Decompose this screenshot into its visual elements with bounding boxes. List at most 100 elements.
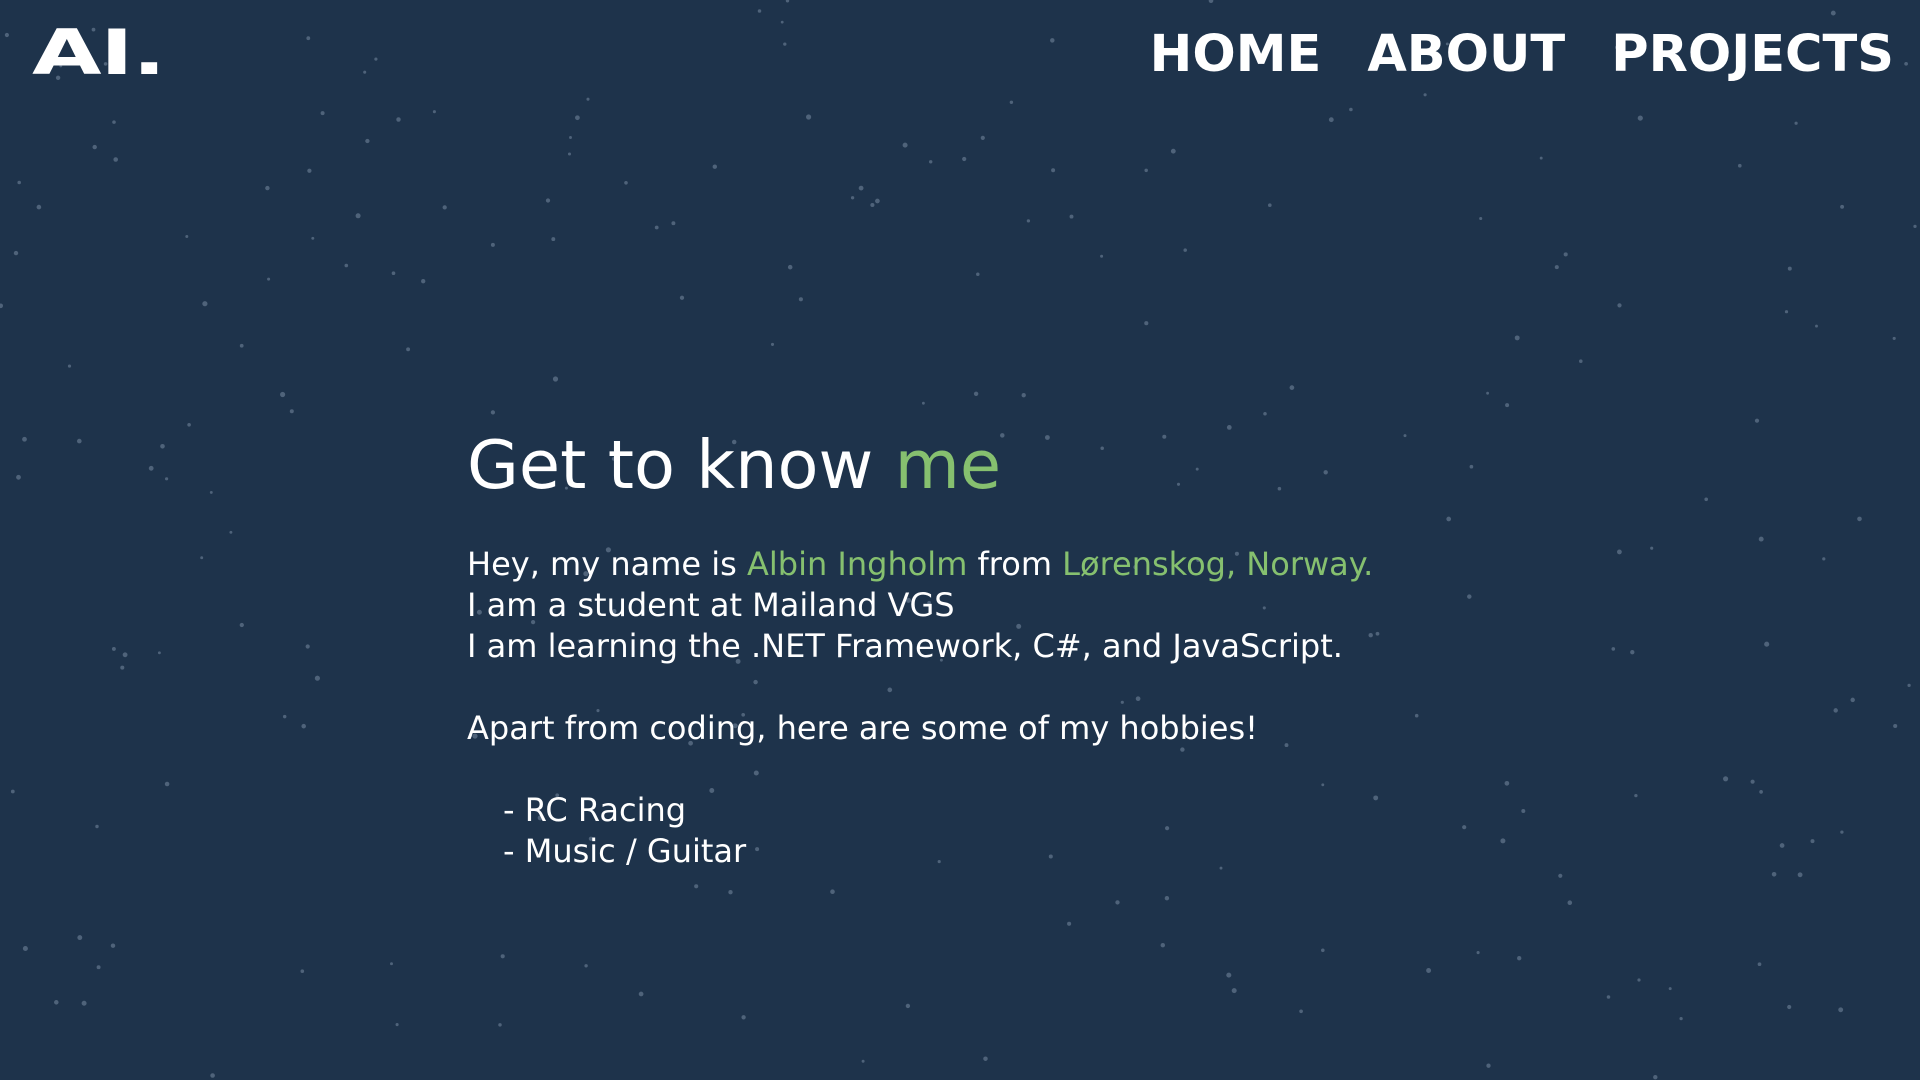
star-dot xyxy=(1486,391,1489,395)
star-dot xyxy=(1479,216,1483,221)
star-dot xyxy=(301,723,306,729)
star-dot xyxy=(22,945,28,952)
star-dot xyxy=(282,714,287,719)
star-dot xyxy=(113,157,118,162)
star-dot xyxy=(390,962,393,966)
nav-link-about[interactable]: ABOUT xyxy=(1367,26,1565,84)
star-dot xyxy=(1231,988,1237,994)
star-dot xyxy=(1679,1016,1683,1021)
star-dot xyxy=(185,235,189,238)
star-dot xyxy=(1634,793,1638,798)
star-dot xyxy=(160,443,165,449)
star-dot xyxy=(229,530,233,534)
star-dot xyxy=(305,644,310,649)
star-dot xyxy=(973,391,979,397)
site-logo[interactable]: AI. xyxy=(32,22,166,84)
about-section: Get to know me Hey, my name is Albin Ing… xyxy=(467,424,1567,872)
star-dot xyxy=(13,250,19,256)
star-dot xyxy=(586,97,590,101)
star-dot xyxy=(1704,497,1709,502)
star-dot xyxy=(490,410,496,415)
star-dot xyxy=(1668,987,1672,991)
star-dot xyxy=(202,301,208,307)
star-dot xyxy=(1616,549,1622,555)
star-dot xyxy=(850,196,855,200)
star-dot xyxy=(1183,248,1187,252)
star-dot xyxy=(363,70,367,74)
title-main-text: Get to know xyxy=(467,426,895,504)
star-dot xyxy=(922,401,925,405)
star-dot xyxy=(1051,168,1056,173)
hobby-item-music-guitar: - Music / Guitar xyxy=(503,832,747,870)
star-dot xyxy=(1904,61,1908,66)
star-dot xyxy=(22,436,27,442)
star-dot xyxy=(4,32,9,38)
nav-link-home[interactable]: HOME xyxy=(1150,26,1322,84)
star-dot xyxy=(567,152,572,156)
star-dot xyxy=(1349,107,1353,112)
nav-link-projects[interactable]: PROJECTS xyxy=(1611,26,1894,84)
star-dot xyxy=(654,225,659,230)
star-dot xyxy=(374,57,378,61)
star-dot xyxy=(1750,779,1755,784)
star-dot xyxy=(806,114,812,120)
star-dot xyxy=(1579,359,1583,363)
star-dot xyxy=(111,646,116,651)
star-dot xyxy=(1563,252,1568,257)
star-dot xyxy=(498,1023,502,1027)
star-dot xyxy=(1423,93,1427,97)
star-dot xyxy=(1539,156,1543,160)
star-dot xyxy=(1857,516,1862,522)
star-dot xyxy=(320,111,325,116)
star-dot xyxy=(858,185,864,191)
star-dot xyxy=(1822,557,1826,561)
star-dot xyxy=(1810,839,1815,844)
star-dot xyxy=(1100,254,1104,258)
star-dot xyxy=(584,964,588,968)
star-dot xyxy=(980,135,985,140)
star-dot xyxy=(1476,951,1480,955)
star-dot xyxy=(757,9,762,13)
star-dot xyxy=(1840,204,1845,209)
star-dot xyxy=(77,935,83,941)
star-dot xyxy=(962,156,967,162)
star-dot xyxy=(187,423,191,427)
page-title: Get to know me xyxy=(467,424,1567,506)
star-dot xyxy=(545,198,551,203)
school-line: I am a student at Mailand VGS xyxy=(467,586,955,624)
star-dot xyxy=(96,965,101,970)
star-dot xyxy=(306,36,311,41)
star-dot xyxy=(1779,843,1785,848)
star-dot xyxy=(1328,117,1334,123)
main-nav: HOME ABOUT PROJECTS xyxy=(1150,26,1894,84)
star-dot xyxy=(1653,1075,1658,1080)
star-dot xyxy=(1758,536,1764,542)
star-dot xyxy=(1893,723,1898,729)
star-dot xyxy=(1830,10,1836,16)
star-dot xyxy=(442,205,447,210)
star-dot xyxy=(1787,266,1792,271)
star-dot xyxy=(1617,303,1622,308)
star-dot xyxy=(267,277,271,281)
star-dot xyxy=(830,889,835,895)
star-dot xyxy=(976,272,980,276)
star-dot xyxy=(1144,168,1148,173)
star-dot xyxy=(1026,219,1031,223)
star-dot xyxy=(671,221,676,226)
star-dot xyxy=(81,1000,87,1006)
star-dot xyxy=(1170,148,1176,154)
star-dot xyxy=(875,198,880,204)
star-dot xyxy=(1009,100,1014,105)
star-dot xyxy=(1289,385,1295,390)
learning-line: I am learning the .NET Framework, C#, an… xyxy=(467,627,1343,665)
star-dot xyxy=(1850,697,1855,703)
star-dot xyxy=(712,164,717,169)
intro-from-text: from xyxy=(967,545,1063,583)
star-dot xyxy=(783,42,787,46)
star-dot xyxy=(780,20,784,24)
star-dot xyxy=(395,1023,399,1027)
star-dot xyxy=(638,991,644,997)
title-accent-text: me xyxy=(894,426,1002,504)
